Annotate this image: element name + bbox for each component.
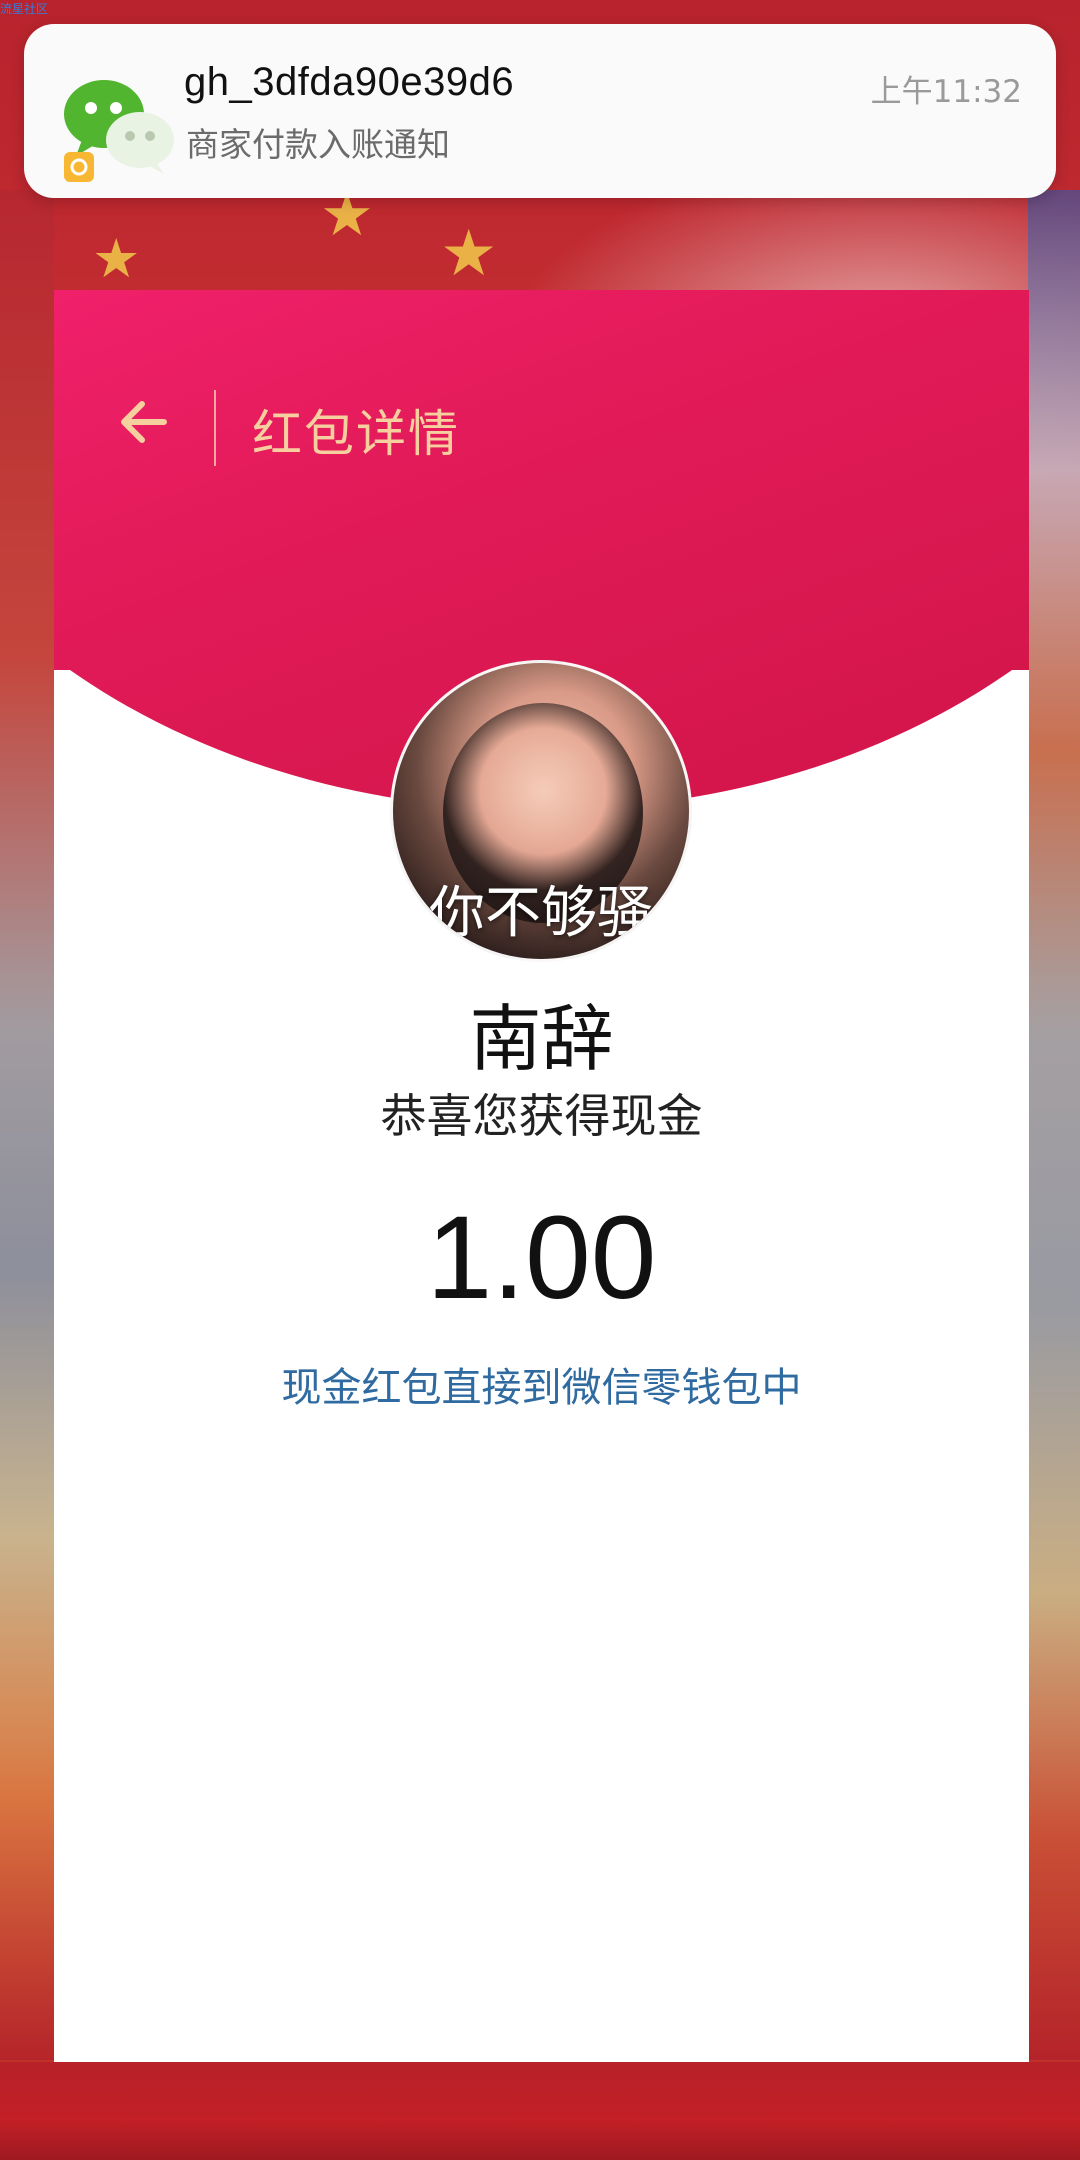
header-divider: [214, 390, 216, 466]
notification-sender: gh_3dfda90e39d6: [184, 60, 515, 104]
notification-message: 商家付款入账通知: [186, 125, 450, 164]
star-icon: ★: [440, 217, 498, 291]
greeting-text: 恭喜您获得现金: [380, 1089, 703, 1143]
back-button[interactable]: [108, 386, 180, 458]
amount-value: 1.00: [426, 1192, 657, 1324]
background-bottom: [0, 2062, 1080, 2160]
notification-time: 上午11:32: [870, 74, 1022, 110]
page-title: 红包详情: [252, 405, 460, 463]
star-icon: ★: [92, 227, 141, 290]
arrow-left-icon: [121, 401, 167, 443]
background-left-strip: [0, 190, 54, 2060]
background-right-strip: [1028, 190, 1080, 2060]
notification-banner[interactable]: gh_3dfda90e39d6 商家付款入账通知 上午11:32: [24, 24, 1056, 198]
avatar[interactable]: 你不够骚: [390, 660, 692, 962]
sender-name: 南辞: [469, 997, 614, 1081]
avatar-caption: 你不够骚: [429, 881, 653, 946]
wallet-note-link[interactable]: 现金红包直接到微信零钱包中: [54, 1355, 1029, 1413]
watermark-text: 流星社区: [0, 2, 49, 16]
red-packet-card: 红包详情 你不够骚 南辞 恭喜您获得现金 1.00 现金红包直接到微信零钱包中: [54, 290, 1029, 2062]
wechat-icon: [64, 80, 174, 182]
